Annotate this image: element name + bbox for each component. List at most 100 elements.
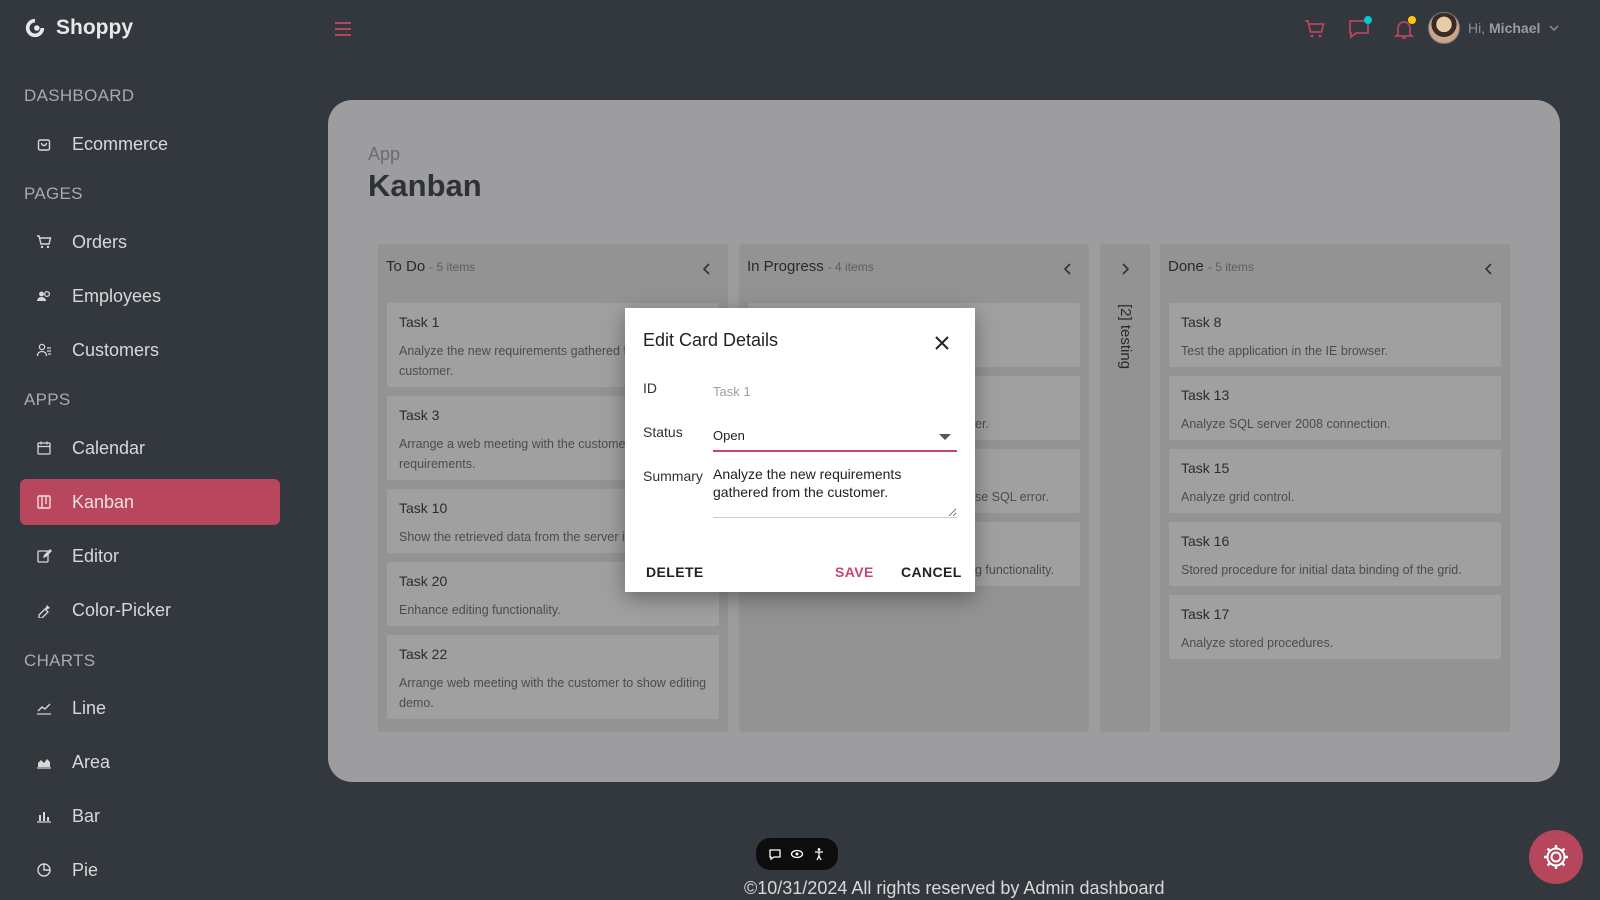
sidebar-item-pie[interactable]: Pie	[20, 847, 280, 893]
column-header: To Do - 5 items	[386, 258, 475, 275]
card-summary: Analyze SQL server 2008 connection.	[1181, 417, 1391, 431]
card-summary: Analyze grid control.	[1181, 490, 1295, 504]
card-title: Task 22	[399, 646, 448, 662]
card-title: Task 17	[1181, 606, 1230, 622]
sidebar-item-label: Bar	[72, 805, 101, 826]
card-summary: Enhance editing functionality.	[399, 603, 561, 617]
collapse-column-icon[interactable]	[1061, 262, 1075, 276]
card-title: Task 16	[1181, 533, 1230, 549]
close-icon[interactable]	[931, 332, 953, 354]
sidebar-item-label: Orders	[72, 231, 128, 252]
people-icon	[37, 290, 51, 301]
sidebar-item-editor[interactable]: Editor	[20, 533, 280, 579]
kanban-card[interactable]: Task 15 Analyze grid control.	[1169, 449, 1501, 513]
card-title: Task 8	[1181, 314, 1222, 330]
column-title: In Progress	[747, 258, 824, 275]
shopping-bag-icon	[37, 139, 51, 151]
collapse-column-icon[interactable]	[1482, 262, 1496, 276]
status-label: Status	[643, 424, 683, 440]
kanban-card[interactable]: Task 8 Test the application in the IE bro…	[1169, 303, 1501, 367]
chat-notification-dot	[1364, 16, 1372, 24]
sidebar-item-label: Line	[72, 697, 107, 718]
kanban-card[interactable]: Task 16 Stored procedure for initial data…	[1169, 522, 1501, 586]
sidebar-item-label: Editor	[72, 545, 120, 566]
floating-toolbar	[756, 838, 838, 870]
cancel-button[interactable]: CANCEL	[901, 564, 962, 580]
gear-icon	[1544, 845, 1568, 869]
sidebar-item-label: Pie	[72, 859, 99, 880]
settings-button[interactable]	[1529, 830, 1583, 884]
id-value: Task 1	[713, 384, 751, 399]
sidebar-item-area[interactable]: Area	[20, 739, 280, 785]
card-title: Task 15	[1181, 460, 1230, 476]
expand-column-icon[interactable]	[1118, 262, 1132, 276]
column-testing-collapsed[interactable]: [2] testing	[1100, 244, 1150, 732]
customers-icon	[36, 343, 51, 357]
avatar	[1428, 12, 1460, 44]
sidebar-item-kanban[interactable]: Kanban	[20, 479, 280, 525]
sidebar-item-ecommerce[interactable]: Ecommerce	[20, 121, 280, 167]
card-summary: Stored procedure for initial data bindin…	[1181, 563, 1462, 577]
save-button[interactable]: SAVE	[835, 564, 874, 580]
accessibility-icon[interactable]	[812, 847, 826, 861]
card-title: Task 13	[1181, 387, 1230, 403]
sidebar-item-orders[interactable]: Orders	[20, 219, 280, 265]
edit-icon	[37, 549, 52, 563]
sidebar-item-bar[interactable]: Bar	[20, 793, 280, 839]
column-done: Done - 5 items Task 8 Test the application…	[1160, 244, 1510, 732]
card-summary: se SQL error.	[975, 490, 1049, 504]
sidebar-item-employees[interactable]: Employees	[20, 273, 280, 319]
line-chart-icon	[37, 703, 51, 715]
app-logo[interactable]: Shoppy	[24, 16, 133, 40]
greeting-text: Hi,	[1468, 20, 1486, 36]
card-summary: g functionality.	[975, 563, 1054, 577]
section-dashboard: DASHBOARD	[24, 86, 135, 105]
sidebar-item-label: Customers	[72, 339, 160, 360]
id-label: ID	[643, 380, 657, 396]
sidebar-item-label: Ecommerce	[72, 133, 169, 154]
sidebar-item-calendar[interactable]: Calendar	[20, 425, 280, 471]
color-picker-icon	[38, 605, 50, 618]
summary-textarea[interactable]: Analyze the new requirements gathered fr…	[713, 466, 957, 518]
page-title: Kanban	[368, 168, 482, 203]
sidebar-item-label: Area	[72, 751, 111, 772]
card-summary: Arrange web meeting with the customer to…	[399, 676, 707, 710]
dialog-title: Edit Card Details	[643, 330, 779, 350]
card-summary: Test the application in the IE browser.	[1181, 344, 1389, 358]
kanban-card[interactable]: Task 17 Analyze stored procedures.	[1169, 595, 1501, 659]
user-greeting: Hi, Michael	[1468, 20, 1540, 36]
app-name: Shoppy	[56, 16, 133, 39]
card-summary: er.	[975, 417, 989, 431]
sidebar-item-label: Color-Picker	[72, 599, 172, 620]
cart-icon	[37, 235, 52, 249]
cart-icon[interactable]	[1302, 16, 1328, 42]
pie-chart-icon	[37, 863, 51, 877]
collapse-column-icon[interactable]	[700, 262, 714, 276]
column-header: In Progress - 4 items	[747, 258, 874, 275]
calendar-icon	[37, 441, 51, 455]
sidebar-item-color-picker[interactable]: Color-Picker	[20, 587, 280, 633]
delete-button[interactable]: DELETE	[646, 564, 704, 580]
sidebar-item-line[interactable]: Line	[20, 685, 280, 731]
edit-card-dialog: Edit Card Details ID Task 1 Status Open …	[625, 308, 975, 592]
section-pages: PAGES	[24, 184, 83, 203]
status-selected-value: Open	[713, 428, 745, 443]
user-name: Michael	[1489, 20, 1541, 36]
kanban-card[interactable]: Task 22 Arrange web meeting with the cust…	[387, 635, 719, 719]
card-summary: Analyze stored procedures.	[1181, 636, 1334, 650]
sidebar-item-label: Employees	[72, 285, 162, 306]
sidebar-item-customers[interactable]: Customers	[20, 327, 280, 373]
column-count: - 5 items	[429, 260, 476, 274]
kanban-card[interactable]: Task 13 Analyze SQL server 2008 connectio…	[1169, 376, 1501, 440]
hamburger-menu-icon[interactable]	[332, 18, 354, 40]
footer-copyright: ©10/31/2024 All rights reserved by Admin…	[744, 878, 1165, 898]
status-dropdown[interactable]: Open	[713, 416, 957, 452]
shoppy-logo-icon	[25, 18, 45, 38]
user-profile-menu[interactable]: Hi, Michael	[1428, 12, 1560, 44]
chevron-down-icon	[1549, 25, 1559, 32]
comment-icon[interactable]	[768, 847, 782, 861]
column-count: - 5 items	[1207, 260, 1254, 274]
column-title: To Do	[386, 258, 426, 275]
column-header: Done - 5 items	[1168, 258, 1254, 275]
eye-icon[interactable]	[790, 847, 804, 861]
